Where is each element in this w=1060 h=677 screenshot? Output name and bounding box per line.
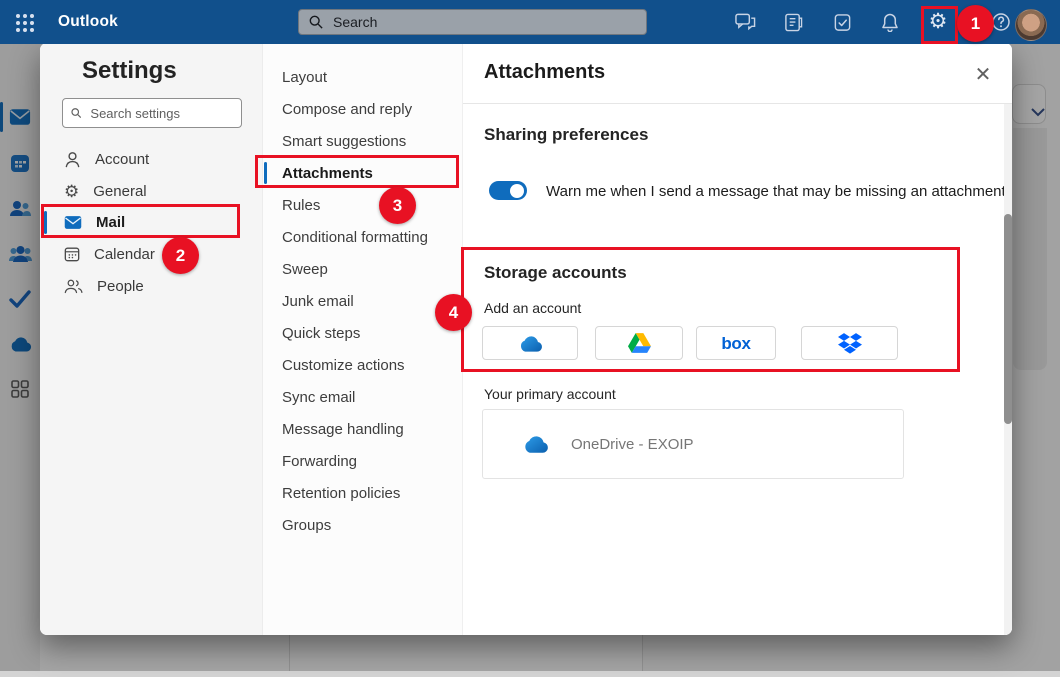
account-avatar[interactable] [1015, 9, 1047, 41]
brand-title[interactable]: Outlook [58, 0, 118, 44]
mail-icon [64, 215, 82, 230]
search-bar[interactable] [298, 9, 647, 35]
search-input[interactable] [331, 13, 636, 31]
settings-nav-mail[interactable]: Mail [40, 206, 262, 238]
mail-section-groups[interactable]: Groups [263, 510, 463, 542]
add-onedrive-button[interactable] [482, 326, 578, 360]
person-icon [64, 151, 81, 168]
gear-icon: ⚙ [64, 183, 79, 200]
scrollbar-thumb[interactable] [1004, 214, 1012, 424]
primary-account-heading: Your primary account [484, 386, 616, 402]
settings-search-box[interactable] [62, 98, 242, 128]
top-bar: Outlook ⚙ [0, 0, 1060, 44]
primary-account-card: OneDrive - EXOIP [482, 409, 904, 479]
settings-gear-icon[interactable]: ⚙ [926, 10, 950, 34]
add-account-label: Add an account [484, 300, 581, 316]
mail-section-attachments[interactable]: Attachments [263, 158, 463, 190]
attachments-panel: Attachments ✕ Sharing preferences Warn m… [462, 43, 1012, 635]
settings-nav-calendar[interactable]: Calendar [40, 238, 262, 270]
toggle-knob [510, 184, 524, 198]
nav-label: People [97, 278, 144, 295]
nav-label: Account [95, 151, 149, 168]
people-icon [64, 279, 83, 294]
box-logo: box [721, 335, 750, 352]
nav-label: Calendar [94, 246, 155, 263]
chat-icon[interactable] [733, 10, 757, 34]
help-icon[interactable] [989, 10, 1013, 34]
toggle-label: Warn me when I send a message that may b… [546, 183, 1006, 200]
search-icon [309, 15, 323, 29]
todo-icon[interactable] [830, 10, 854, 34]
onedrive-icon [517, 335, 543, 352]
add-box-button[interactable]: box [696, 326, 776, 360]
mail-section-smart-suggestions[interactable]: Smart suggestions [263, 126, 463, 158]
app-launcher-icon[interactable] [16, 14, 34, 32]
mail-section-retention-policies[interactable]: Retention policies [263, 478, 463, 510]
onedrive-icon [521, 435, 549, 453]
primary-account-name: OneDrive - EXOIP [571, 436, 694, 453]
panel-scrollbar [1004, 104, 1012, 635]
mail-section-message-handling[interactable]: Message handling [263, 414, 463, 446]
mail-section-customize-actions[interactable]: Customize actions [263, 350, 463, 382]
window-bottom-edge [0, 671, 1060, 677]
settings-title: Settings [82, 57, 177, 85]
calendar-icon [64, 246, 80, 262]
mail-section-sweep[interactable]: Sweep [263, 254, 463, 286]
settings-nav-people[interactable]: People [40, 270, 262, 302]
divider [463, 103, 1012, 104]
add-dropbox-button[interactable] [801, 326, 898, 360]
onenote-feed-icon[interactable] [781, 10, 805, 34]
notifications-bell-icon[interactable] [878, 10, 902, 34]
mail-section-quick-steps[interactable]: Quick steps [263, 318, 463, 350]
google-drive-icon [628, 333, 651, 353]
mail-section-rules[interactable]: Rules [263, 190, 463, 222]
settings-nav-account[interactable]: Account [40, 143, 262, 175]
add-google-drive-button[interactable] [595, 326, 683, 360]
settings-modal: Settings Account ⚙ General Mail Calendar [40, 43, 1012, 635]
mail-section-junk-email[interactable]: Junk email [263, 286, 463, 318]
settings-search-input[interactable] [88, 105, 233, 122]
gear-glyph: ⚙ [929, 10, 948, 34]
mail-section-compose-and-reply[interactable]: Compose and reply [263, 94, 463, 126]
outlook-app: Conversation History Outlook [0, 0, 1060, 677]
mail-section-conditional-formatting[interactable]: Conditional formatting [263, 222, 463, 254]
storage-accounts-heading: Storage accounts [484, 263, 627, 283]
mail-section-layout[interactable]: Layout [263, 62, 463, 94]
dropbox-icon [838, 333, 862, 354]
warn-missing-attachment-toggle[interactable] [489, 181, 527, 200]
nav-label: General [93, 183, 146, 200]
mail-section-forwarding[interactable]: Forwarding [263, 446, 463, 478]
settings-nav-pane: Settings Account ⚙ General Mail Calendar [40, 43, 262, 635]
nav-label: Mail [96, 214, 125, 231]
search-icon [71, 107, 81, 119]
mail-sections-pane: Layout Compose and reply Smart suggestio… [262, 43, 462, 635]
panel-title: Attachments [484, 61, 605, 84]
settings-nav-general[interactable]: ⚙ General [40, 175, 262, 207]
sharing-preferences-heading: Sharing preferences [484, 125, 648, 145]
mail-section-sync-email[interactable]: Sync email [263, 382, 463, 414]
close-icon[interactable]: ✕ [968, 59, 998, 89]
